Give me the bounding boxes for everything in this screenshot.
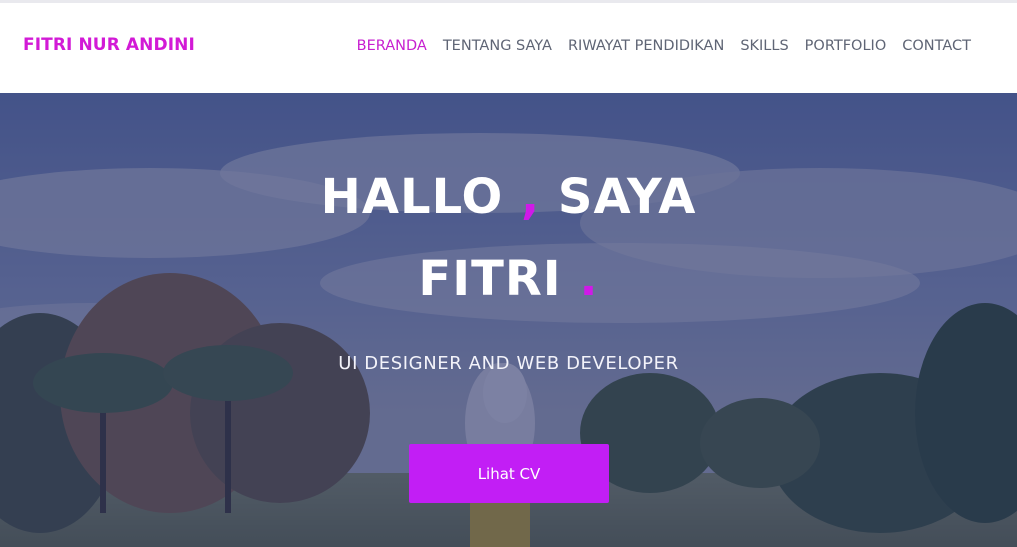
hero-heading-line-2: FITRI . [0, 238, 1017, 320]
hero-heading-accent-dot: . [579, 251, 599, 307]
nav-item-beranda[interactable]: BERANDA [357, 38, 427, 54]
hero-section: HALLO , SAYA FITRI . UI DESIGNER AND WEB… [0, 93, 1017, 547]
navbar: FITRI NUR ANDINI BERANDA TENTANG SAYA RI… [0, 3, 1017, 93]
nav-item-riwayat-pendidikan[interactable]: RIWAYAT PENDIDIKAN [568, 38, 724, 54]
hero-heading-name: FITRI [418, 251, 580, 307]
nav-item-skills[interactable]: SKILLS [740, 38, 788, 54]
brand-logo[interactable]: FITRI NUR ANDINI [23, 35, 195, 55]
hero-content: HALLO , SAYA FITRI . UI DESIGNER AND WEB… [0, 93, 1017, 374]
hero-heading-text: SAYA [540, 169, 697, 225]
hero-heading-line-1: HALLO , SAYA [0, 156, 1017, 238]
main-nav: BERANDA TENTANG SAYA RIWAYAT PENDIDIKAN … [357, 38, 971, 54]
nav-item-portfolio[interactable]: PORTFOLIO [805, 38, 887, 54]
hero-heading-accent-comma: , [520, 169, 541, 225]
hero-heading-text: HALLO [320, 169, 521, 225]
nav-item-contact[interactable]: CONTACT [902, 38, 971, 54]
nav-item-tentang-saya[interactable]: TENTANG SAYA [443, 38, 552, 54]
hero-subtitle: UI DESIGNER AND WEB DEVELOPER [338, 353, 679, 374]
lihat-cv-button[interactable]: Lihat CV [409, 444, 609, 503]
